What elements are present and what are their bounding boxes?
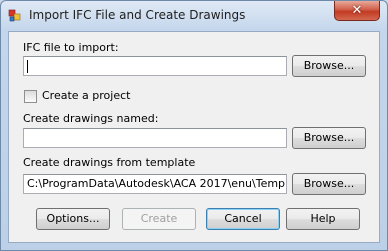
window-title: Import IFC File and Create Drawings xyxy=(29,8,246,22)
dialog-window: Import IFC File and Create Drawings ✕ IF… xyxy=(0,0,388,251)
ifc-file-browse-label: Browse... xyxy=(303,59,355,72)
create-button-label: Create xyxy=(140,212,178,225)
help-button[interactable]: Help xyxy=(286,208,360,230)
title-bar[interactable]: Import IFC File and Create Drawings ✕ xyxy=(1,1,387,31)
cancel-button[interactable]: Cancel xyxy=(206,208,280,230)
cancel-button-label: Cancel xyxy=(224,212,262,225)
drawings-named-browse-label: Browse... xyxy=(303,131,355,144)
text-caret xyxy=(27,60,28,73)
options-button-label: Options... xyxy=(46,212,100,225)
ifc-file-browse-button[interactable]: Browse... xyxy=(292,55,366,77)
drawings-named-label: Create drawings named: xyxy=(23,112,159,125)
drawings-template-browse-button[interactable]: Browse... xyxy=(292,173,366,195)
options-button[interactable]: Options... xyxy=(36,208,110,230)
drawings-named-input[interactable] xyxy=(23,128,287,148)
ifc-file-label-text: IFC file to import: xyxy=(23,41,119,54)
create-project-label[interactable]: Create a project xyxy=(42,89,130,102)
drawings-named-browse-button[interactable]: Browse... xyxy=(292,127,366,149)
dialog-body: IFC file to import: Browse... Create a p… xyxy=(8,31,380,243)
ifc-file-label: IFC file to import: xyxy=(23,41,119,54)
drawings-template-value: C:\ProgramData\Autodesk\ACA 2017\enu\Tem… xyxy=(27,177,287,190)
close-button[interactable]: ✕ xyxy=(334,1,380,21)
app-icon xyxy=(8,9,21,22)
drawings-template-label: Create drawings from template xyxy=(23,156,196,169)
ifc-file-input[interactable] xyxy=(23,56,287,76)
create-button[interactable]: Create xyxy=(122,208,196,230)
close-icon: ✕ xyxy=(351,3,363,18)
help-button-label: Help xyxy=(310,212,336,225)
create-project-checkbox[interactable] xyxy=(24,90,37,103)
drawings-template-browse-label: Browse... xyxy=(303,177,355,190)
drawings-template-input[interactable]: C:\ProgramData\Autodesk\ACA 2017\enu\Tem… xyxy=(23,174,287,194)
